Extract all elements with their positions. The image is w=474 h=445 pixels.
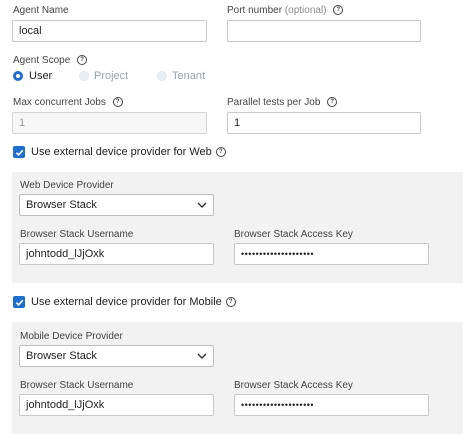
scope-option-project[interactable]: Project: [79, 70, 128, 82]
parallel-tests-label: Parallel tests per Job ?: [227, 97, 338, 108]
help-icon[interactable]: ?: [112, 97, 123, 108]
mobile-provider-label: Mobile Device Provider: [20, 331, 123, 342]
parallel-tests-label-text: Parallel tests per Job: [227, 97, 321, 108]
port-number-label: Port number (optional) ?: [227, 5, 344, 16]
checkbox-checked-icon[interactable]: [13, 296, 25, 308]
port-number-input[interactable]: [227, 20, 421, 42]
mobile-username-label: Browser Stack Username: [20, 380, 134, 391]
web-access-key-label: Browser Stack Access Key: [234, 229, 353, 240]
radio-unselected-icon[interactable]: [79, 71, 89, 81]
mobile-provider-checkbox-label: Use external device provider for Mobile: [31, 296, 222, 308]
help-icon[interactable]: ?: [333, 5, 344, 16]
agent-scope-label-text: Agent Scope: [13, 55, 71, 66]
mobile-provider-checkbox-row[interactable]: Use external device provider for Mobile …: [13, 296, 236, 308]
port-number-label-text: Port number: [227, 5, 283, 16]
web-provider-select[interactable]: Browser Stack: [19, 194, 214, 216]
max-jobs-label: Max concurrent Jobs ?: [13, 97, 123, 108]
scope-option-user[interactable]: User: [13, 70, 52, 82]
agent-name-input[interactable]: local: [12, 20, 207, 42]
chevron-down-icon: [197, 350, 207, 362]
mobile-access-key-label: Browser Stack Access Key: [234, 380, 353, 391]
max-jobs-input[interactable]: 1: [12, 112, 207, 134]
mobile-provider-select-value: Browser Stack: [26, 350, 97, 362]
port-optional-text: (optional): [284, 5, 327, 16]
agent-scope-label: Agent Scope ?: [13, 55, 88, 66]
radio-unselected-icon[interactable]: [157, 71, 167, 81]
scope-option-label: User: [29, 70, 53, 82]
scope-option-label: Project: [94, 70, 129, 82]
parallel-tests-input[interactable]: 1: [227, 112, 421, 134]
web-provider-checkbox-row[interactable]: Use external device provider for Web ?: [13, 146, 226, 158]
help-icon[interactable]: ?: [327, 97, 338, 108]
web-username-label: Browser Stack Username: [20, 229, 134, 240]
help-icon[interactable]: ?: [215, 147, 226, 157]
mobile-access-key-input[interactable]: ••••••••••••••••••••: [234, 394, 429, 416]
web-provider-select-value: Browser Stack: [26, 199, 97, 211]
max-jobs-label-text: Max concurrent Jobs: [13, 97, 106, 108]
scope-option-tenant[interactable]: Tenant: [157, 70, 205, 82]
radio-selected-icon[interactable]: [13, 71, 23, 81]
agent-name-label: Agent Name: [13, 5, 69, 16]
mobile-username-input[interactable]: johntodd_lJjOxk: [19, 394, 214, 416]
help-icon[interactable]: ?: [225, 297, 236, 307]
web-username-input[interactable]: johntodd_lJjOxk: [19, 243, 214, 265]
checkbox-checked-icon[interactable]: [13, 146, 25, 158]
web-provider-label: Web Device Provider: [20, 180, 114, 191]
web-access-key-input[interactable]: ••••••••••••••••••••: [234, 243, 429, 265]
help-icon[interactable]: ?: [77, 55, 88, 66]
chevron-down-icon: [197, 199, 207, 211]
scope-option-label: Tenant: [172, 70, 206, 82]
web-provider-checkbox-label: Use external device provider for Web: [31, 146, 212, 158]
mobile-provider-select[interactable]: Browser Stack: [19, 345, 214, 367]
